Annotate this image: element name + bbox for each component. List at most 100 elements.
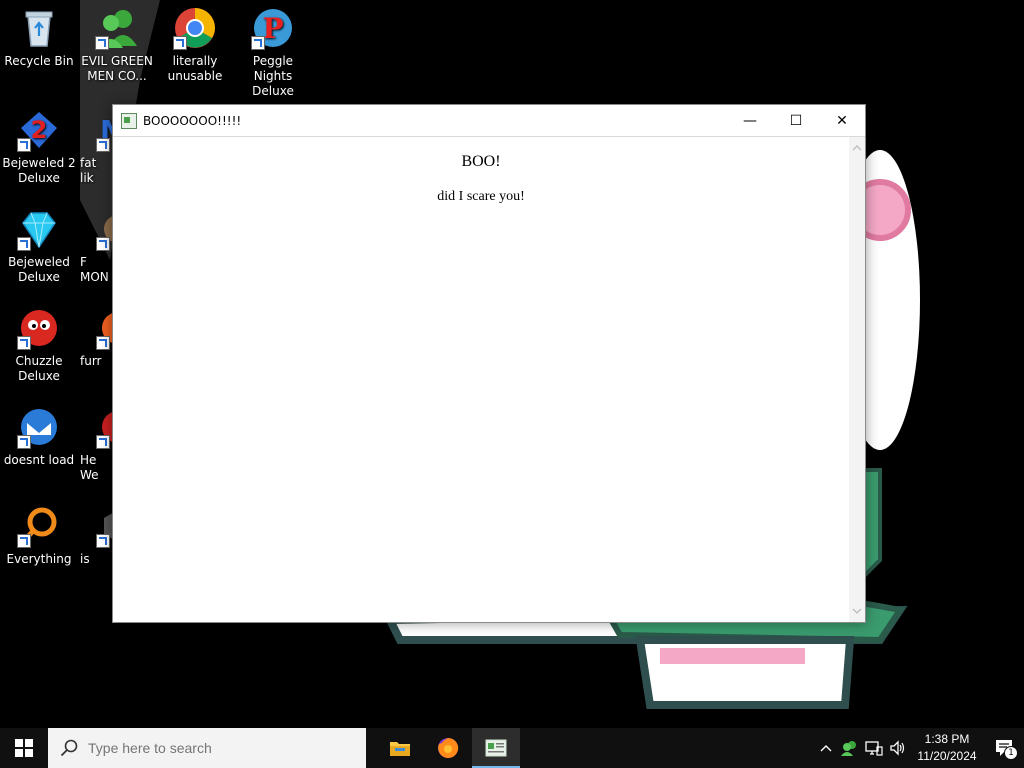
vertical-scrollbar[interactable]	[849, 137, 865, 622]
green-men-icon	[95, 6, 139, 50]
maximize-button[interactable]: ☐	[773, 105, 819, 136]
chrome-icon	[173, 6, 217, 50]
chevron-up-icon	[820, 745, 832, 752]
desktop-icon-everything[interactable]: Everything	[0, 504, 78, 567]
minimize-icon: —	[743, 112, 757, 129]
close-button[interactable]: ✕	[819, 105, 865, 136]
search-input[interactable]	[86, 739, 350, 757]
icon-label: EVIL GREEN MEN CO...	[81, 54, 153, 83]
close-icon: ✕	[836, 112, 848, 129]
shortcut-arrow-icon	[96, 237, 110, 251]
desktop-icon-is[interactable]: is	[78, 504, 112, 567]
windows-logo-icon	[15, 739, 33, 757]
app-shortcut-icon	[96, 306, 112, 350]
app-shortcut-icon	[96, 207, 112, 251]
search-icon	[60, 739, 78, 757]
icon-label: Bejeweled Deluxe	[8, 255, 70, 284]
icon-label: literally unusable	[167, 54, 223, 83]
desktop-icon-bejeweled[interactable]: Bejeweled Deluxe	[0, 207, 78, 285]
shortcut-arrow-icon	[17, 534, 31, 548]
clock-date: 11/20/2024	[917, 749, 977, 763]
icon-label: doesnt load	[3, 453, 75, 467]
desktop-icon-furr[interactable]: furr	[78, 306, 112, 369]
everything-search-icon	[17, 504, 61, 548]
taskbar: 1:38 PM 11/20/2024 1	[0, 728, 1024, 768]
system-tray: 1:38 PM 11/20/2024 1	[814, 728, 1024, 768]
desktop-icon-bejeweled-2[interactable]: 2 Bejeweled 2 Deluxe	[0, 108, 78, 186]
icon-label: Recycle Bin	[4, 54, 74, 68]
desktop-icon-f-mon[interactable]: F MON	[78, 207, 112, 285]
clock-time: 1:38 PM	[924, 732, 970, 746]
shortcut-arrow-icon	[95, 36, 109, 50]
icon-label: Everything	[6, 552, 72, 566]
icon-label: is	[80, 552, 90, 566]
desktop-icon-doesnt-load[interactable]: doesnt load	[0, 405, 78, 468]
clock[interactable]: 1:38 PM 11/20/2024	[910, 731, 984, 765]
folder-icon	[390, 742, 410, 756]
maximize-icon: ☐	[789, 112, 803, 129]
taskbar-firefox[interactable]	[424, 728, 472, 768]
boo-window[interactable]: BOOOOOOO!!!!! — ☐ ✕ BOO! did I scare you…	[112, 104, 866, 623]
shortcut-arrow-icon	[17, 336, 31, 350]
green-men-tray-icon	[841, 741, 856, 756]
app-window-icon	[121, 112, 137, 129]
desktop-icon-he-we[interactable]: He We	[78, 405, 112, 483]
window-controls: — ☐ ✕	[727, 105, 865, 136]
desktop-icon-evil-green-men[interactable]: EVIL GREEN MEN CO...	[78, 6, 156, 84]
blue-diamond-icon	[17, 207, 61, 251]
icon-label: Chuzzle Deluxe	[15, 354, 63, 383]
icon-label: fat lik	[80, 156, 97, 185]
show-hidden-icons-button[interactable]	[814, 728, 838, 768]
taskbar-search-box[interactable]	[48, 728, 366, 768]
desktop-icon-fat-lik[interactable]: M fat lik	[78, 108, 112, 186]
icon-label: Peggle Nights Deluxe	[252, 54, 294, 98]
chuzzle-icon	[17, 306, 61, 350]
start-button[interactable]	[0, 728, 48, 768]
window-title: BOOOOOOO!!!!!	[143, 113, 242, 128]
boo-heading: BOO!	[461, 153, 501, 170]
svg-text:P: P	[262, 12, 283, 45]
app-window-icon	[485, 739, 507, 757]
scroll-up-arrow-icon[interactable]	[852, 143, 862, 153]
shortcut-arrow-icon	[17, 435, 31, 449]
speaker-icon	[890, 740, 905, 756]
icon-label: He We	[80, 453, 99, 482]
desktop-icon-peggle-nights[interactable]: P Peggle Nights Deluxe	[234, 6, 312, 99]
shortcut-arrow-icon	[96, 336, 110, 350]
volume-button[interactable]	[886, 728, 910, 768]
icon-label: F MON	[80, 255, 109, 284]
taskbar-file-explorer[interactable]	[376, 728, 424, 768]
title-bar[interactable]: BOOOOOOO!!!!! — ☐ ✕	[113, 105, 865, 137]
shortcut-arrow-icon	[17, 237, 31, 251]
svg-text:2: 2	[31, 116, 48, 144]
recycle-bin-icon	[17, 6, 61, 50]
shortcut-arrow-icon	[17, 138, 31, 152]
network-icon	[865, 741, 883, 756]
shortcut-arrow-icon	[96, 138, 110, 152]
taskbar-active-window[interactable]	[472, 728, 520, 768]
peggle-icon: P	[251, 6, 295, 50]
network-button[interactable]	[862, 728, 886, 768]
thunderbird-icon	[17, 405, 61, 449]
desktop-icon-recycle-bin[interactable]: Recycle Bin	[0, 6, 78, 69]
icon-label: furr	[80, 354, 102, 368]
icon-label: Bejeweled 2 Deluxe	[2, 156, 76, 185]
shortcut-arrow-icon	[96, 534, 110, 548]
app-shortcut-icon: M	[96, 108, 112, 152]
scroll-down-arrow-icon[interactable]	[852, 606, 862, 616]
app-shortcut-icon	[96, 504, 112, 548]
boo-message: did I scare you!	[437, 189, 525, 204]
app-shortcut-icon	[96, 405, 112, 449]
firefox-icon	[438, 737, 459, 758]
tray-people-icon-button[interactable]	[838, 728, 862, 768]
notification-count-badge: 1	[1004, 746, 1018, 760]
desktop-icon-chuzzle[interactable]: Chuzzle Deluxe	[0, 306, 78, 384]
shortcut-arrow-icon	[96, 435, 110, 449]
window-content: BOO! did I scare you!	[113, 137, 849, 622]
shortcut-arrow-icon	[251, 36, 265, 50]
minimize-button[interactable]: —	[727, 105, 773, 136]
desktop-icon-literally-unusable[interactable]: literally unusable	[156, 6, 234, 84]
action-center-button[interactable]: 1	[984, 728, 1024, 768]
shortcut-arrow-icon	[173, 36, 187, 50]
bejeweled-2-icon: 2	[17, 108, 61, 152]
